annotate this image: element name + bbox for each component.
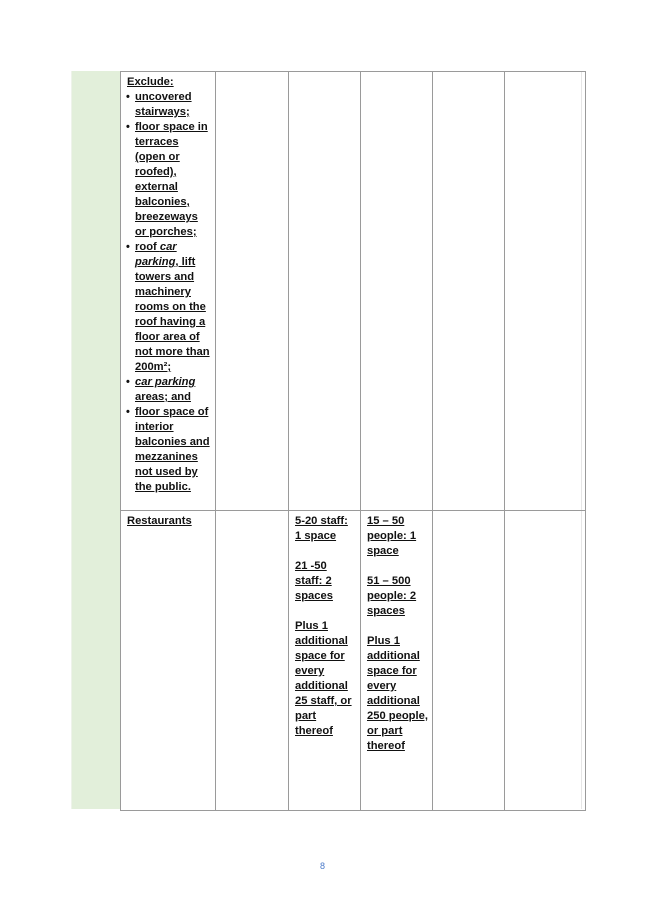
exclusion-text: , lift towers and machinery rooms on the…	[135, 256, 210, 373]
exclusion-item: floor space in terraces (open or roofed)…	[126, 120, 211, 240]
staff-rule: 21 -50 staff: 2 spaces	[295, 560, 333, 602]
exclude-heading: Exclude:	[127, 76, 174, 88]
staff-rule: Plus 1 additional space for every additi…	[295, 620, 352, 737]
exclusion-text: areas; and	[135, 391, 191, 403]
empty-cell	[432, 510, 505, 811]
exclusion-text: floor space of interior balconies and me…	[135, 406, 210, 493]
people-rule: 51 – 500 people: 2 spaces	[367, 575, 417, 617]
exclusion-item: roof car parking, lift towers and machin…	[126, 240, 211, 375]
empty-cell	[360, 71, 433, 511]
table-row: Exclude: uncovered stairways; floor space…	[120, 71, 586, 511]
exclusion-text: uncovered stairways;	[135, 91, 192, 118]
staff-rules-cell: 5-20 staff: 1 space 21 -50 staff: 2 spac…	[288, 510, 361, 811]
exclusions-list: uncovered stairways; floor space in terra…	[126, 90, 211, 495]
empty-cell	[432, 71, 505, 511]
empty-cell	[288, 71, 361, 511]
people-rule: 15 – 50 people: 1 space	[367, 515, 417, 557]
staff-rule: 5-20 staff: 1 space	[295, 515, 348, 542]
table-row: Restaurants 5-20 staff: 1 space 21 -50 s…	[120, 510, 586, 811]
exclusion-item: floor space of interior balconies and me…	[126, 405, 211, 495]
exclusions-cell: Exclude: uncovered stairways; floor space…	[120, 71, 216, 511]
exclusion-text: floor space in terraces (open or roofed)…	[135, 121, 208, 238]
empty-cell	[504, 510, 586, 811]
parking-requirements-table: Exclude: uncovered stairways; floor space…	[120, 71, 586, 811]
people-rules-cell: 15 – 50 people: 1 space 51 – 500 people:…	[360, 510, 433, 811]
empty-cell	[215, 510, 289, 811]
category-cell: Restaurants	[120, 510, 216, 811]
shaded-category-column	[71, 71, 120, 809]
empty-cell	[215, 71, 289, 511]
category-label: Restaurants	[127, 515, 192, 527]
italic-term: car parking	[135, 376, 196, 388]
empty-cell	[504, 71, 586, 511]
people-rule: Plus 1 additional space for every additi…	[367, 635, 428, 752]
exclusion-item: car parking areas; and	[126, 375, 211, 405]
exclusion-item: uncovered stairways;	[126, 90, 211, 120]
exclusion-text: roof	[135, 241, 160, 253]
page-number: 8	[319, 861, 325, 871]
